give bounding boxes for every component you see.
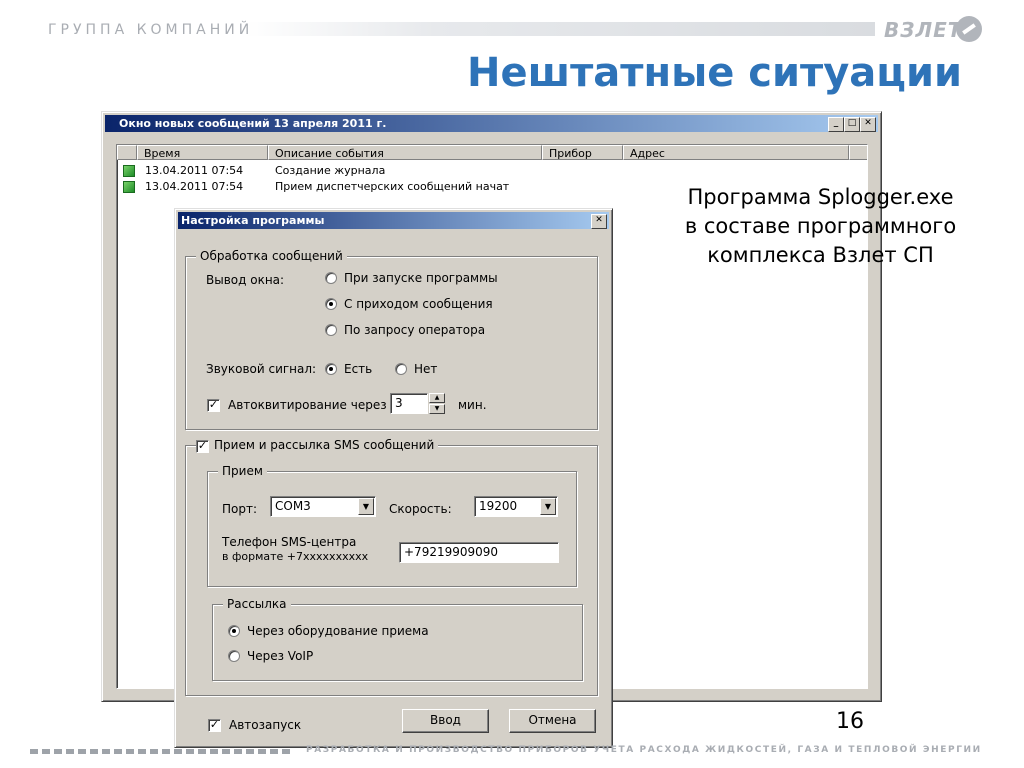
window-output-label: Вывод окна: [206, 273, 285, 287]
radio-sound-no-label[interactable]: Нет [414, 362, 437, 376]
log-row-description: Прием диспетчерских сообщений начат [275, 180, 510, 193]
autoack-spinner[interactable]: ▲ ▼ [429, 393, 445, 414]
port-label: Порт: [222, 502, 258, 516]
close-icon[interactable]: ✕ [860, 117, 876, 132]
slide-footer: РАЗРАБОТКА И ПРОИЗВОДСТВО ПРИБОРОВ УЧЕТА… [30, 745, 990, 759]
company-group-label: ГРУППА КОМПАНИЙ [48, 22, 254, 38]
log-row-time: 13.04.2011 07:54 [145, 164, 244, 177]
column-header-device[interactable]: Прибор [542, 145, 623, 160]
sms-checkbox[interactable]: ✓ [196, 440, 209, 453]
caption-line: комплекса Взлет СП [707, 243, 934, 267]
cancel-button[interactable]: Отмена [509, 709, 596, 733]
send-legend: Рассылка [223, 597, 291, 611]
settings-dialog-titlebar[interactable]: Настройка программы ✕ [178, 212, 609, 229]
sms-group: ✓ Прием и рассылка SMS сообщений Прием П… [185, 438, 598, 696]
receive-legend: Прием [218, 464, 267, 478]
radio-send-voip-label[interactable]: Через VoIP [247, 649, 313, 663]
ok-button[interactable]: Ввод [402, 709, 489, 733]
column-header-time[interactable]: Время [137, 145, 268, 160]
sound-signal-label: Звуковой сигнал: [206, 362, 317, 376]
autoack-checkbox[interactable]: ✓ [207, 399, 220, 412]
phone-label-line2: в формате +7xxxxxxxxxx [222, 550, 369, 563]
autostart-label[interactable]: Автозапуск [229, 718, 301, 732]
maximize-icon[interactable]: □ [844, 117, 860, 132]
slide-title: Нештатные ситуации [467, 50, 962, 96]
caption-line: в составе программного [684, 214, 957, 238]
radio-on-startup[interactable] [325, 272, 337, 284]
sms-legend-label[interactable]: Прием и рассылка SMS сообщений [214, 438, 434, 452]
chevron-down-icon[interactable]: ▼ [540, 498, 556, 515]
port-select-value: COM3 [275, 499, 311, 513]
radio-on-request[interactable] [325, 324, 337, 336]
radio-on-startup-label[interactable]: При запуске программы [344, 271, 498, 285]
footer-text: РАЗРАБОТКА И ПРОИЗВОДСТВО ПРИБОРОВ УЧЕТА… [306, 745, 982, 755]
slide-caption: Программа Splogger.exe в составе програм… [658, 183, 983, 270]
phone-label-line1: Телефон SMS-центра [222, 535, 357, 549]
column-header-blank[interactable] [117, 145, 137, 160]
speed-select[interactable]: 19200 ▼ [474, 496, 558, 517]
radio-send-voip[interactable] [228, 650, 240, 662]
radio-on-message[interactable] [325, 298, 337, 310]
spin-up-icon[interactable]: ▲ [429, 393, 445, 403]
autoack-unit-label: мин. [458, 398, 487, 412]
autoack-minutes-input[interactable]: 3 [390, 393, 428, 414]
log-row[interactable]: 13.04.2011 07:54 Создание журнала [121, 163, 861, 179]
footer-dots-decor [30, 749, 292, 754]
radio-sound-yes-label[interactable]: Есть [344, 362, 372, 376]
close-icon[interactable]: ✕ [591, 214, 607, 229]
caption-line: Программа Splogger.exe [687, 185, 954, 209]
message-processing-legend: Обработка сообщений [196, 249, 347, 263]
chevron-down-icon[interactable]: ▼ [358, 498, 374, 515]
radio-send-hardware-label[interactable]: Через оборудование приема [247, 624, 429, 638]
port-select[interactable]: COM3 ▼ [270, 496, 376, 517]
radio-on-request-label[interactable]: По запросу оператора [344, 323, 485, 337]
receive-group: Прием Порт: COM3 ▼ Скорость: 19200 ▼ Тел… [207, 464, 577, 587]
radio-send-hardware[interactable] [228, 625, 240, 637]
minimize-icon[interactable]: _ [828, 117, 844, 132]
messages-window-titlebar[interactable]: Окно новых сообщений 13 апреля 2011 г. _… [105, 115, 878, 132]
green-status-icon [123, 181, 135, 193]
log-row-description: Создание журнала [275, 164, 386, 177]
settings-dialog-title: Настройка программы [181, 214, 325, 227]
speed-label: Скорость: [389, 502, 452, 516]
radio-sound-no[interactable] [395, 363, 407, 375]
green-status-icon [123, 165, 135, 177]
settings-dialog: Настройка программы ✕ Обработка сообщени… [174, 208, 613, 748]
autoack-label[interactable]: Автоквитирование через [228, 398, 387, 412]
sms-legend: ✓ Прием и рассылка SMS сообщений [196, 438, 439, 453]
slide-page-number: 16 [836, 709, 864, 734]
log-row-time: 13.04.2011 07:54 [145, 180, 244, 193]
phone-input[interactable]: +79219909090 [399, 542, 559, 563]
column-header-description[interactable]: Описание события [268, 145, 542, 160]
radio-on-message-label[interactable]: С приходом сообщения [344, 297, 493, 311]
brand-logo-text: ВЗЛЕТ [884, 18, 963, 42]
header-decor-line [245, 22, 875, 36]
brand-logo-icon [956, 16, 982, 42]
column-header-address[interactable]: Адрес [623, 145, 849, 160]
message-processing-group: Обработка сообщений Вывод окна: При запу… [185, 249, 598, 430]
spin-down-icon[interactable]: ▼ [429, 404, 445, 414]
column-header-filler [849, 145, 867, 160]
autostart-checkbox[interactable]: ✓ [208, 719, 221, 732]
radio-sound-yes[interactable] [325, 363, 337, 375]
send-group: Рассылка Через оборудование приема Через… [212, 597, 583, 681]
messages-window-title: Окно новых сообщений 13 апреля 2011 г. [119, 117, 387, 130]
speed-select-value: 19200 [479, 499, 518, 513]
